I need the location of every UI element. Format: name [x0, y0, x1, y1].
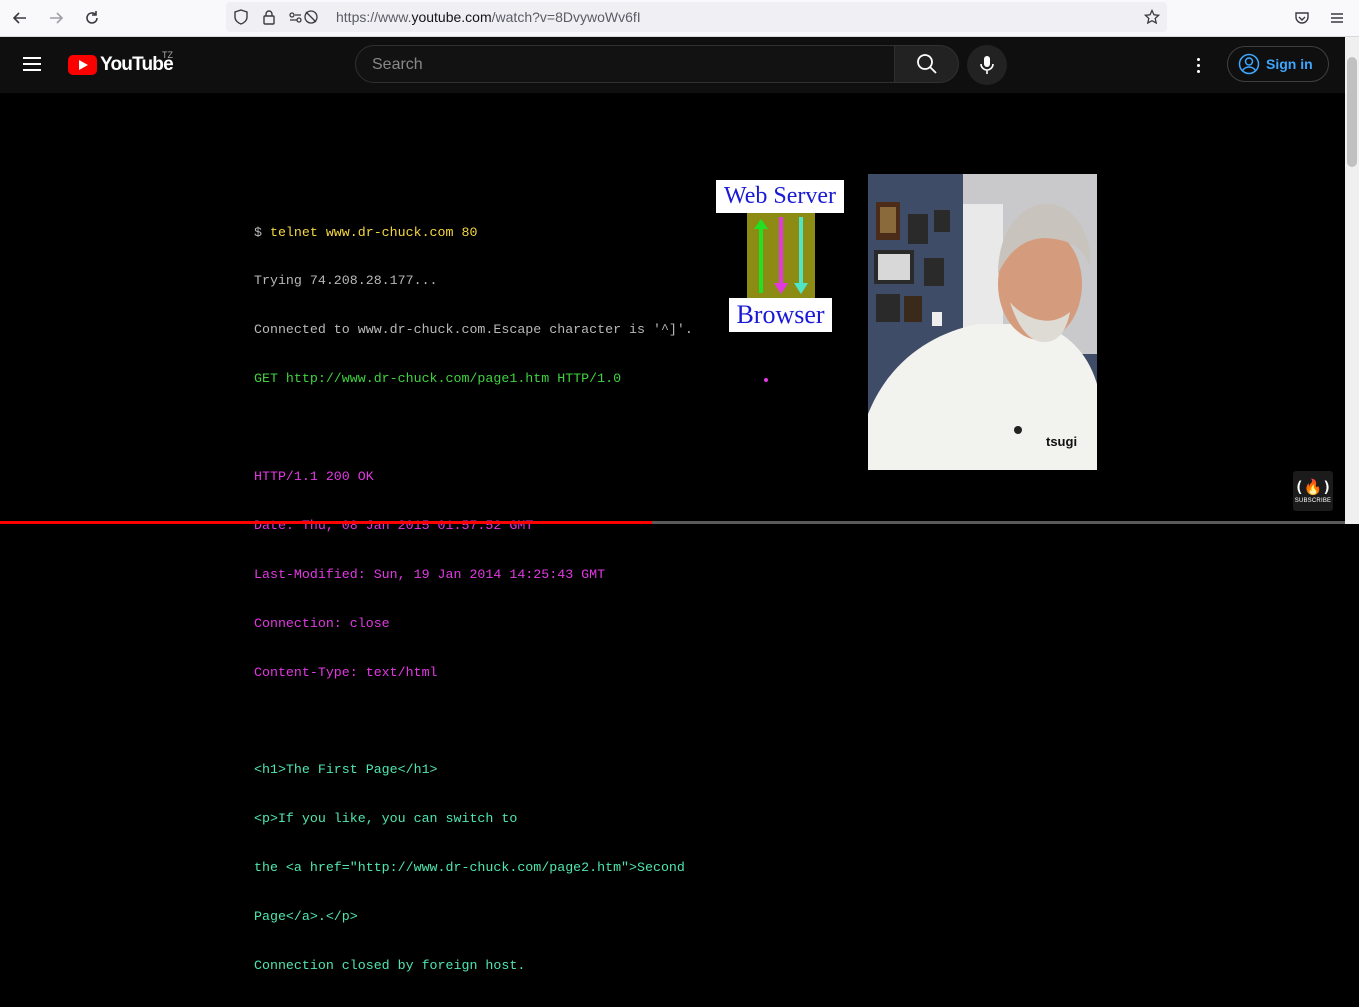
settings-kebab-icon[interactable]	[1186, 53, 1210, 77]
terminal-line: Connected to www.dr-chuck.com.Escape cha…	[254, 322, 693, 338]
permissions-icon[interactable]	[288, 8, 318, 26]
terminal-line: Connection: close	[254, 615, 390, 631]
subscribe-watermark[interactable]: (🔥) SUBSCRIBE	[1293, 471, 1333, 511]
scrollbar-thumb[interactable]	[1347, 57, 1357, 167]
pointer-dot	[764, 378, 768, 382]
address-bar[interactable]: https://www.youtube.com/watch?v=8DvywoWv…	[226, 2, 1167, 32]
menu-icon[interactable]	[1325, 6, 1349, 30]
voice-search-button[interactable]	[967, 45, 1007, 85]
request-response-pipe	[747, 213, 815, 298]
search-input[interactable]: Search	[355, 45, 895, 83]
country-code: TZ	[162, 50, 173, 60]
play-logo-icon	[68, 55, 97, 75]
account-icon	[1238, 53, 1260, 75]
telnet-command: telnet www.dr-chuck.com 80	[269, 224, 478, 240]
down-arrow-icon	[794, 217, 808, 294]
pocket-icon[interactable]	[1290, 6, 1314, 30]
terminal-line: <p>If you like, you can switch to	[254, 811, 518, 827]
guide-menu-icon[interactable]	[20, 53, 44, 77]
terminal-line: Content-Type: text/html	[254, 664, 438, 680]
lock-icon[interactable]	[260, 8, 278, 26]
url-text[interactable]: https://www.youtube.com/watch?v=8DvywoWv…	[336, 9, 641, 25]
terminal-line: HTTP/1.1 200 OK	[254, 469, 374, 485]
sign-in-button[interactable]: Sign in	[1227, 46, 1329, 82]
shield-icon[interactable]	[232, 8, 250, 26]
terminal-line: Page</a>.</p>	[254, 909, 358, 925]
microphone-icon	[980, 56, 994, 74]
shirt-logo-text: tsugi	[1046, 434, 1077, 449]
youtube-header: YouTube TZ Search Sign in	[0, 37, 1345, 93]
reload-icon[interactable]	[80, 6, 104, 30]
youtube-logo[interactable]: YouTube	[68, 54, 174, 76]
terminal-line: Connection closed by foreign host.	[254, 957, 526, 973]
terminal-text: $ telnet www.dr-chuck.com 80 Trying 74.2…	[254, 192, 693, 1007]
freecodecamp-flame-icon: (🔥)	[1294, 477, 1332, 496]
url-prefix: https://www.	[336, 9, 412, 25]
web-server-label: Web Server	[716, 180, 844, 213]
star-icon[interactable]	[1143, 8, 1161, 26]
down-arrow-icon	[774, 217, 788, 294]
search-button[interactable]	[895, 45, 959, 83]
terminal-line: Last-Modified: Sun, 19 Jan 2014 14:25:43…	[254, 566, 606, 582]
search-icon	[916, 54, 937, 74]
web-server-diagram: Web Server Browser	[716, 180, 846, 380]
terminal-line: $ telnet www.dr-chuck.com 80	[254, 225, 693, 241]
terminal-line: <h1>The First Page</h1>	[254, 762, 438, 778]
back-arrow-icon[interactable]	[8, 6, 32, 30]
forward-arrow-icon[interactable]	[44, 6, 68, 30]
browser-toolbar: https://www.youtube.com/watch?v=8DvywoWv…	[0, 0, 1359, 37]
terminal-line: the <a href="http://www.dr-chuck.com/pag…	[254, 860, 685, 876]
terminal-line: Trying 74.208.28.177...	[254, 273, 438, 289]
url-host: youtube.com	[411, 9, 492, 25]
terminal-line: GET http://www.dr-chuck.com/page1.htm HT…	[254, 371, 622, 387]
search-placeholder: Search	[372, 56, 423, 73]
shell-prompt: $	[254, 224, 270, 240]
url-path: /watch?v=8DvywoWv6fI	[491, 9, 641, 25]
sign-in-label: Sign in	[1266, 56, 1313, 72]
video-player[interactable]: $ telnet www.dr-chuck.com 80 Trying 74.2…	[0, 93, 1345, 973]
page-scrollbar[interactable]	[1345, 37, 1359, 524]
browser-label: Browser	[729, 298, 832, 332]
subscribe-label: SUBSCRIBE	[1294, 497, 1332, 504]
presenter-webcam: tsugi	[868, 174, 1097, 470]
up-arrow-icon	[754, 219, 768, 293]
